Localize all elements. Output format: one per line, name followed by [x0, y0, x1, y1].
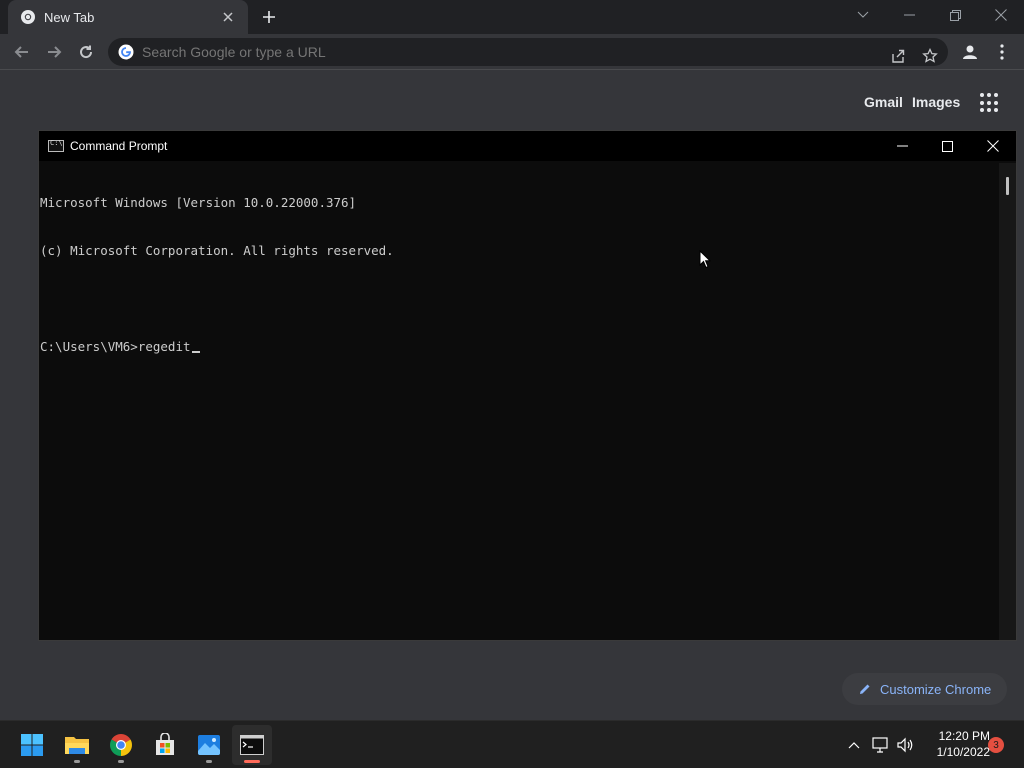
close-tab-icon[interactable]: [218, 7, 238, 27]
mouse-pointer-icon: [699, 250, 711, 269]
taskbar-chrome[interactable]: [101, 725, 141, 765]
pencil-icon: [860, 684, 870, 694]
minimize-icon: [896, 145, 908, 147]
tab-title: New Tab: [44, 9, 95, 25]
start-button[interactable]: [12, 725, 52, 765]
taskbar: 12:20 PM 1/10/2022 3: [0, 720, 1024, 768]
store-bag-icon: [156, 733, 174, 755]
taskbar-file-explorer[interactable]: [57, 725, 97, 765]
google-g-icon: [118, 44, 134, 60]
folder-icon: [65, 737, 89, 754]
browser-restore-button[interactable]: [932, 0, 978, 30]
tab-strip: New Tab: [0, 0, 1024, 34]
chrome-icon: [21, 10, 35, 24]
text-caret: [191, 351, 200, 353]
images-link[interactable]: Images: [912, 94, 960, 110]
minimize-icon: [903, 14, 915, 16]
close-icon: [987, 140, 999, 152]
taskbar-photos[interactable]: [189, 725, 229, 765]
network-icon: [872, 737, 888, 753]
taskbar-clock[interactable]: 12:20 PM 1/10/2022: [920, 728, 990, 760]
arrow-left-icon: [14, 46, 28, 58]
cmd-scroll-thumb[interactable]: [1006, 177, 1009, 195]
running-indicator: [118, 760, 124, 763]
chevron-down-icon: [857, 11, 869, 18]
reload-icon: [80, 45, 93, 59]
speaker-icon: [897, 737, 913, 753]
arrow-right-icon: [48, 46, 62, 58]
cmd-app-icon: [48, 139, 64, 152]
customize-chrome-label: Customize Chrome: [880, 681, 992, 697]
command-prompt-window[interactable]: Command Prompt Microsoft Windows [Versio…: [38, 130, 1017, 641]
photos-icon: [198, 735, 220, 755]
cmd-maximize-button[interactable]: [924, 131, 970, 161]
address-bar[interactable]: [108, 38, 948, 66]
chrome-menu-button[interactable]: [988, 38, 1016, 66]
cmd-scrollbar[interactable]: [999, 163, 1016, 640]
running-indicator: [74, 760, 80, 763]
person-icon: [963, 45, 977, 59]
gmail-link[interactable]: Gmail: [864, 94, 903, 110]
notification-badge[interactable]: 3: [988, 737, 1004, 753]
browser-close-button[interactable]: [978, 0, 1024, 30]
plus-icon: [263, 11, 275, 23]
search-input[interactable]: [142, 44, 842, 60]
back-button[interactable]: [8, 38, 36, 66]
show-hidden-icons-button[interactable]: [844, 735, 864, 755]
tab-search-button[interactable]: [840, 0, 886, 30]
chrome-icon: [110, 734, 132, 756]
more-vert-icon: [1000, 44, 1004, 60]
restore-icon: [949, 9, 961, 21]
taskbar-microsoft-store[interactable]: [145, 725, 185, 765]
taskbar-command-prompt[interactable]: [232, 725, 272, 765]
cmd-title-bar[interactable]: Command Prompt: [39, 131, 1016, 161]
console-line: (c) Microsoft Corporation. All rights re…: [40, 243, 394, 258]
volume-control[interactable]: [895, 735, 915, 755]
network-status[interactable]: [871, 735, 891, 755]
new-tab-button[interactable]: [258, 6, 280, 28]
console-prompt-line: C:\Users\VM6>regedit: [40, 339, 999, 355]
bookmark-star-icon[interactable]: [922, 48, 938, 64]
browser-toolbar: [0, 34, 1024, 70]
maximize-icon: [941, 140, 953, 152]
google-apps-icon[interactable]: [980, 93, 1000, 113]
console-output[interactable]: Microsoft Windows [Version 10.0.22000.37…: [39, 163, 999, 640]
tab-new-tab[interactable]: New Tab: [8, 0, 248, 34]
windows-start-icon: [21, 734, 43, 756]
chevron-up-icon: [848, 742, 860, 749]
clock-date: 1/10/2022: [936, 745, 990, 759]
browser-minimize-button[interactable]: [886, 0, 932, 30]
profile-button[interactable]: [956, 38, 984, 66]
customize-chrome-button[interactable]: Customize Chrome: [842, 673, 1007, 705]
close-icon: [995, 9, 1007, 21]
clock-time: 12:20 PM: [938, 729, 990, 743]
cmd-close-button[interactable]: [970, 131, 1016, 161]
share-icon[interactable]: [890, 48, 906, 64]
cmd-minimize-button[interactable]: [879, 131, 925, 161]
active-indicator: [244, 760, 260, 763]
forward-button[interactable]: [40, 38, 68, 66]
console-line: Microsoft Windows [Version 10.0.22000.37…: [40, 195, 357, 210]
terminal-icon: [240, 735, 264, 755]
cmd-window-title: Command Prompt: [70, 139, 168, 153]
reload-button[interactable]: [72, 38, 100, 66]
running-indicator: [206, 760, 212, 763]
console-command: C:\Users\VM6>regedit: [40, 339, 191, 354]
